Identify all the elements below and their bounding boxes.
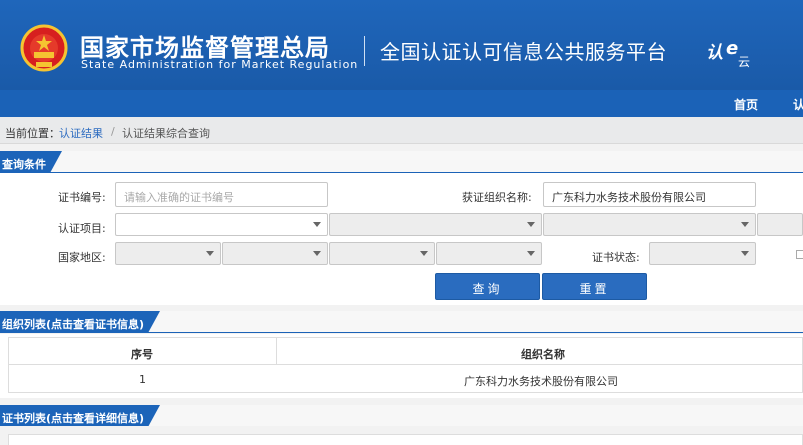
renyun-logo-icon[interactable]: 认 e 云 [706,36,758,70]
status-select[interactable] [649,242,756,265]
svg-text:云: 云 [738,55,750,69]
query-section-title: 查询条件 [0,151,62,173]
project-select-4[interactable] [757,213,803,236]
org-name-input[interactable]: 广东科力水务技术股份有限公司 [543,182,756,207]
chevron-down-icon [527,251,535,256]
breadcrumb-separator: / [111,125,115,138]
project-label: 认证项目: [58,222,106,235]
chevron-down-icon [741,222,749,227]
platform-title: 全国认证认可信息公共服务平台 [380,40,667,64]
query-button[interactable]: 查询 [435,273,540,300]
query-section-header: 查询条件 [0,151,803,173]
cert-table-top [8,434,803,445]
project-select-3[interactable] [543,213,756,236]
org-list-section-header: 组织列表(点击查看证书信息) [0,311,803,333]
status-label: 证书状态: [592,251,640,264]
cert-list-panel [0,426,803,445]
cert-list-section-header: 证书列表(点击查看详细信息) [0,405,803,427]
chevron-down-icon [313,222,321,227]
svg-text:e: e [726,38,738,59]
nav-home[interactable]: 首页 [734,96,758,113]
region-select-1[interactable] [115,242,221,265]
header-divider [364,36,365,66]
table-header-row: 序号 组织名称 [8,337,803,366]
main-nav: 首页 认 [0,90,803,117]
breadcrumb-link-results[interactable]: 认证结果 [59,125,103,141]
chevron-down-icon [420,251,428,256]
region-select-3[interactable] [329,242,435,265]
column-divider [276,338,277,366]
cert-no-label: 证书编号: [58,191,106,204]
chevron-down-icon [313,251,321,256]
national-emblem-icon [20,24,68,72]
breadcrumb-label: 当前位置： [5,127,60,140]
org-list-section-title: 组织列表(点击查看证书信息) [0,311,161,333]
chevron-down-icon [527,222,535,227]
reset-button[interactable]: 重置 [542,273,647,300]
row-index: 1 [139,373,146,386]
chevron-down-icon [206,251,214,256]
option-checkbox[interactable] [796,250,803,259]
svg-text:认: 认 [706,43,723,63]
region-select-2[interactable] [222,242,328,265]
table-row[interactable]: 1 广东科力水务技术股份有限公司 [8,365,803,393]
project-select-2[interactable] [329,213,542,236]
nav-certification[interactable]: 认 [793,96,803,113]
region-label: 国家地区: [58,251,106,264]
cert-no-input[interactable]: 请输入准确的证书编号 [115,182,328,207]
site-header: 国家市场监督管理总局 State Administration for Mark… [0,0,803,90]
region-select-4[interactable] [436,242,542,265]
column-header-index: 序号 [131,348,153,361]
project-select-1[interactable] [115,213,328,236]
column-header-org-name: 组织名称 [521,348,565,361]
org-name-en: State Administration for Market Regulati… [81,58,359,71]
cert-list-section-title: 证书列表(点击查看详细信息) [0,405,161,427]
row-org-name[interactable]: 广东科力水务技术股份有限公司 [464,373,618,389]
chevron-down-icon [741,251,749,256]
breadcrumb-current: 认证结果综合查询 [122,127,210,140]
breadcrumb: 当前位置： 认证结果 / 认证结果综合查询 [0,117,803,144]
org-name-label: 获证组织名称: [462,191,532,204]
